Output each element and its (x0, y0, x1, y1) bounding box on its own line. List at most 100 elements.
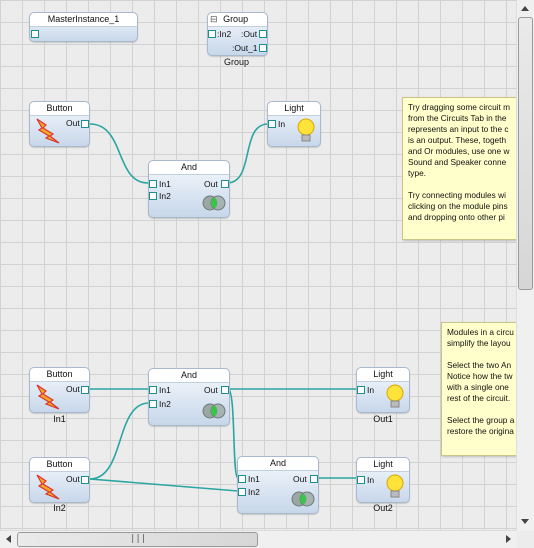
light-pin-in[interactable] (357, 476, 365, 484)
pin-label: In (367, 475, 375, 485)
group-pin-in2[interactable] (208, 30, 216, 38)
note-line: restore the origina (447, 426, 514, 436)
note-line: Try dragging some circuit m (408, 102, 511, 112)
instruction-note[interactable]: Modules in a circu simplify the layou Se… (441, 322, 517, 456)
wire (89, 478, 239, 492)
module-title: Button (30, 368, 89, 382)
and-gate-icon (202, 195, 226, 211)
note-line: represents an input to the c (408, 124, 509, 134)
and-pin-in2[interactable] (149, 400, 157, 408)
instruction-note[interactable]: Try dragging some circuit m from the Cir… (402, 97, 517, 240)
scroll-down-icon[interactable] (521, 519, 529, 524)
button-module[interactable]: Button Out (29, 367, 90, 413)
light-module[interactable]: Light In (356, 367, 410, 413)
collapse-icon[interactable]: ⊟ (210, 14, 218, 24)
pin-label: :Out (241, 29, 258, 39)
scroll-up-icon[interactable] (521, 6, 529, 11)
lightbulb-icon (297, 118, 315, 142)
pin-label: In (367, 385, 375, 395)
note-line: simplify the layou (447, 338, 511, 348)
circuit-canvas[interactable]: MasterInstance_1 ⊟ Group :In2 :Out :Out_… (0, 0, 517, 531)
button-lightning-icon (36, 384, 60, 410)
horizontal-scrollbar[interactable]: ||| (0, 530, 517, 548)
light-pin-in[interactable] (268, 120, 276, 128)
button-instance-label: In1 (53, 414, 66, 424)
scroll-left-icon[interactable] (6, 535, 11, 543)
module-pin[interactable] (31, 30, 39, 38)
note-line: Sound and Speaker conne (408, 157, 507, 167)
pin-label: In1 (159, 179, 171, 189)
and-pin-in1[interactable] (149, 386, 157, 394)
pin-label: :Out_1 (232, 43, 258, 53)
button-module[interactable]: Button Out (29, 457, 90, 503)
pin-label: Out (66, 118, 80, 128)
pin-label: In1 (159, 385, 171, 395)
light-module[interactable]: Light In (267, 101, 321, 147)
horizontal-scroll-thumb[interactable]: ||| (17, 532, 258, 547)
note-line: with a single one (447, 382, 509, 392)
wires-layer (89, 123, 357, 492)
button-pin-out[interactable] (81, 476, 89, 484)
and-pin-in2[interactable] (238, 488, 246, 496)
module-title: Button (30, 102, 89, 116)
master-instance-module[interactable]: MasterInstance_1 (29, 12, 138, 42)
module-title: Light (357, 458, 409, 472)
module-title: Button (30, 458, 89, 472)
pin-label: Out (293, 474, 307, 484)
scroll-right-icon[interactable] (506, 535, 511, 543)
pin-label: Out (204, 179, 218, 189)
light-instance-label: Out2 (373, 503, 393, 513)
pin-label: In2 (248, 487, 260, 497)
and-pin-out[interactable] (221, 180, 229, 188)
vertical-scrollbar[interactable] (516, 0, 534, 531)
note-line: is an output. These, togeth (408, 135, 507, 145)
pin-label: In2 (159, 191, 171, 201)
vertical-scroll-thumb[interactable] (518, 17, 533, 290)
light-module[interactable]: Light In (356, 457, 410, 503)
grip-icon: ||| (130, 534, 147, 544)
module-title: Light (357, 368, 409, 382)
lightbulb-icon (386, 384, 404, 408)
and-module[interactable]: And In1 In2 Out (237, 456, 319, 514)
group-pin-out[interactable] (259, 30, 267, 38)
note-line: Select the two An (447, 360, 512, 370)
pin-label: In2 (159, 399, 171, 409)
module-title: And (149, 161, 229, 175)
and-module[interactable]: And In1 In2 Out (148, 368, 230, 426)
pin-label: Out (66, 384, 80, 394)
and-pin-in2[interactable] (149, 192, 157, 200)
light-pin-in[interactable] (357, 386, 365, 394)
button-lightning-icon (36, 118, 60, 144)
module-title: And (238, 457, 318, 471)
module-title: MasterInstance_1 (30, 13, 137, 27)
note-line: and dropping onto other pi (408, 212, 505, 222)
wire (89, 123, 149, 184)
pin-label: :In2 (217, 29, 232, 39)
pin-label: Out (66, 474, 80, 484)
wire (226, 123, 269, 184)
lightbulb-icon (386, 474, 404, 498)
note-line: Notice how the tw (447, 371, 513, 381)
button-pin-out[interactable] (81, 120, 89, 128)
scroll-corner (517, 531, 534, 548)
and-module[interactable]: And In1 In2 Out (148, 160, 230, 218)
and-pin-in1[interactable] (238, 475, 246, 483)
pin-label: Out (204, 385, 218, 395)
light-instance-label: Out1 (373, 414, 393, 424)
button-pin-out[interactable] (81, 386, 89, 394)
and-gate-icon (202, 403, 226, 419)
button-instance-label: In2 (53, 503, 66, 513)
note-line: Modules in a circu (447, 327, 514, 337)
and-pin-in1[interactable] (149, 180, 157, 188)
note-line: type. (408, 168, 426, 178)
note-line: rest of the circuit. (447, 393, 511, 403)
and-pin-out[interactable] (221, 386, 229, 394)
group-label: Group (223, 57, 249, 67)
group-pin-out1[interactable] (259, 44, 267, 52)
and-pin-out[interactable] (310, 475, 318, 483)
button-lightning-icon (36, 474, 60, 500)
button-module[interactable]: Button Out (29, 101, 90, 147)
group-module[interactable]: ⊟ Group :In2 :Out :Out_1 (207, 12, 268, 56)
module-title: And (149, 369, 229, 383)
and-gate-icon (291, 491, 315, 507)
